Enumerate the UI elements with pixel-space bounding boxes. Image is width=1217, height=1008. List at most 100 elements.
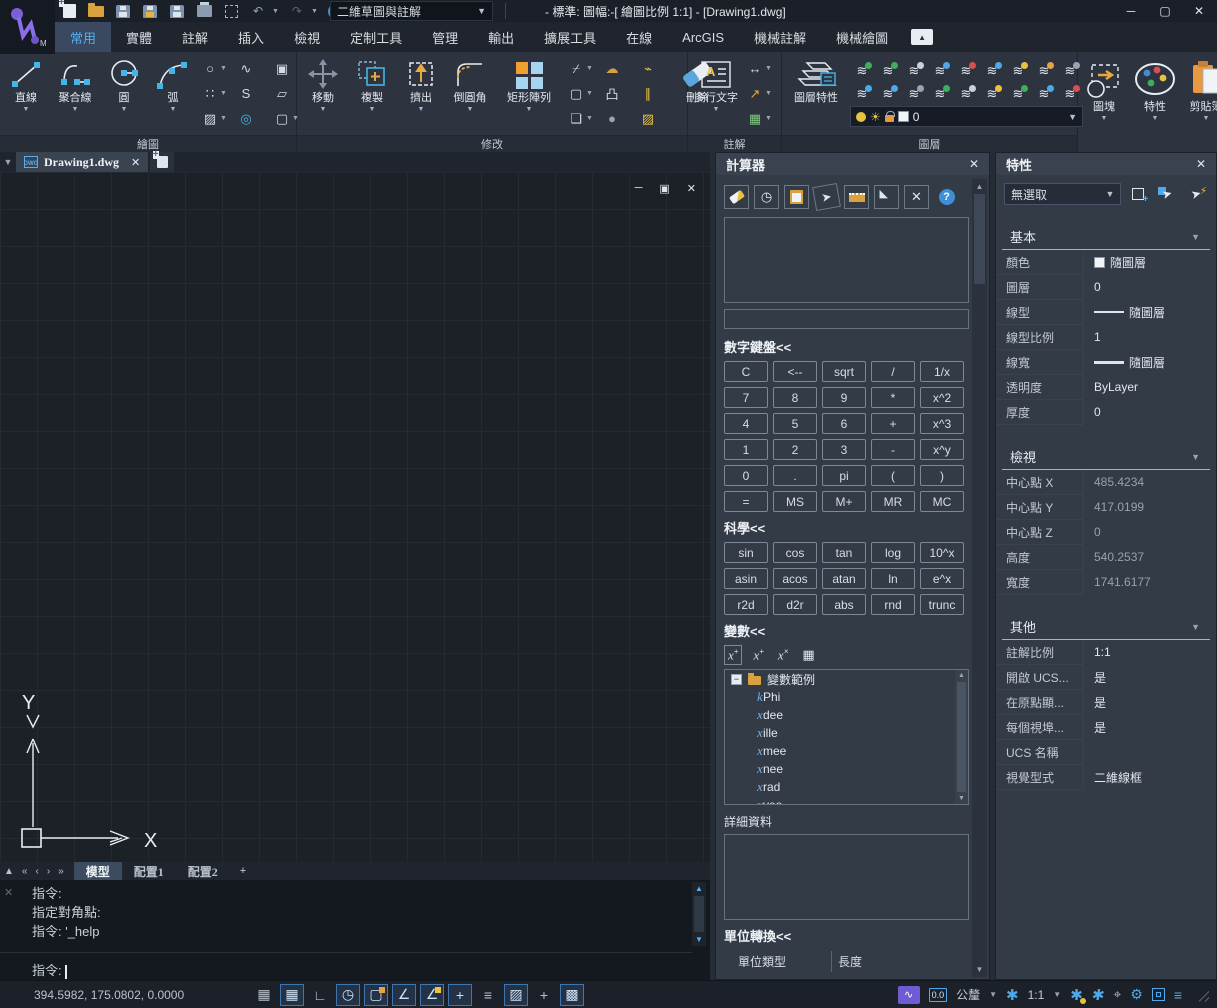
calc-key-3[interactable]: 3 bbox=[822, 439, 866, 460]
object-snap-tracking-icon[interactable]: ∠ bbox=[420, 984, 444, 1006]
delete-variable-icon[interactable]: x× bbox=[775, 646, 791, 664]
spline-button[interactable]: S bbox=[235, 82, 269, 106]
get-distance-icon[interactable] bbox=[844, 185, 869, 209]
sci-key-ex[interactable]: e^x bbox=[920, 568, 964, 589]
variable-row[interactable]: xille bbox=[725, 724, 968, 742]
layer-tool-icon[interactable]: ≋ bbox=[1058, 60, 1082, 81]
document-tab[interactable]: DWG Drawing1.dwg ✕ bbox=[16, 152, 148, 172]
fullscreen-icon[interactable] bbox=[1152, 988, 1165, 1001]
layer-tool-icon[interactable]: ≋ bbox=[902, 83, 926, 104]
toggle-pickadd-icon[interactable] bbox=[1126, 184, 1150, 205]
variables-tree[interactable]: ▲ ▼ − 變數範例 kPhixdeexillexmeexneexradxvee bbox=[724, 669, 969, 805]
dropdown-icon[interactable]: ▼ bbox=[586, 115, 593, 122]
drawing-canvas[interactable]: ─ ▣ ✕ Y X bbox=[0, 172, 710, 862]
layout-tab-1[interactable]: 模型 bbox=[74, 862, 122, 880]
sci-key-ln[interactable]: ln bbox=[871, 568, 915, 589]
layout-tab-2[interactable]: 配置1 bbox=[122, 862, 176, 880]
undo-icon[interactable]: ↶ bbox=[249, 3, 267, 19]
dropdown-icon[interactable]: ▼ bbox=[121, 106, 128, 113]
dropdown-icon[interactable]: ▼ bbox=[220, 90, 227, 97]
calc-key-[interactable]: = bbox=[724, 491, 768, 512]
calc-key-mr[interactable]: MR bbox=[871, 491, 915, 512]
selection-select[interactable]: 無選取 ▼ bbox=[1004, 183, 1121, 205]
property-value[interactable]: 是 bbox=[1084, 690, 1216, 715]
sci-key-acos[interactable]: acos bbox=[773, 568, 817, 589]
property-value[interactable]: 0 bbox=[1084, 400, 1216, 425]
scroll-thumb[interactable] bbox=[694, 896, 704, 932]
section-collapse-icon[interactable]: ▼ bbox=[1191, 232, 1200, 242]
ribbon-tab-13[interactable]: 機械繪圖 bbox=[821, 22, 903, 52]
unit-format-icon[interactable]: 0.0 bbox=[929, 988, 948, 1002]
calc-key-xy[interactable]: x^y bbox=[920, 439, 964, 460]
dropdown-icon[interactable]: ▼ bbox=[467, 106, 474, 113]
command-scrollbar[interactable]: ▲ ▼ bbox=[692, 882, 706, 946]
dropdown-icon[interactable]: ▼ bbox=[1203, 115, 1210, 122]
units-dropdown-icon[interactable]: ▼ bbox=[989, 990, 997, 999]
ribbon-tab-5[interactable]: 檢視 bbox=[279, 22, 335, 52]
layer-tool-icon[interactable]: ≋ bbox=[1032, 83, 1056, 104]
dynamic-input-icon[interactable]: + bbox=[448, 984, 472, 1006]
variables-folder-row[interactable]: − 變數範例 bbox=[725, 670, 968, 688]
hatch-button[interactable]: ▨▼ bbox=[199, 107, 233, 131]
property-value[interactable]: 隨圖層 bbox=[1084, 300, 1216, 325]
copy-button[interactable]: 複製 ▼ bbox=[349, 55, 395, 133]
new-layout-icon[interactable]: + bbox=[230, 865, 256, 877]
close-icon[interactable]: ✕ bbox=[1185, 1, 1213, 21]
variables-scrollbar[interactable]: ▲ ▼ bbox=[955, 670, 968, 804]
properties-button[interactable]: 特性 ▼ bbox=[1130, 56, 1180, 148]
units-length-header[interactable]: 長度 bbox=[832, 951, 868, 972]
point-button[interactable]: ∷▼ bbox=[199, 82, 233, 106]
save-all-icon[interactable] bbox=[168, 3, 186, 19]
trim-button[interactable]: ⌿▼ bbox=[565, 57, 599, 81]
join-button[interactable]: 凸 bbox=[601, 82, 635, 106]
property-value[interactable]: 485.4234 bbox=[1084, 470, 1216, 495]
layer-tool-icon[interactable]: ≋ bbox=[876, 83, 900, 104]
calc-key-x3[interactable]: x^3 bbox=[920, 413, 964, 434]
break-button[interactable]: ⌁ bbox=[637, 57, 671, 81]
ribbon-tab-6[interactable]: 定制工具 bbox=[335, 22, 417, 52]
calc-key-5[interactable]: 5 bbox=[773, 413, 817, 434]
dropdown-icon[interactable]: ▼ bbox=[170, 106, 177, 113]
calc-key-[interactable]: * bbox=[871, 387, 915, 408]
table-button[interactable]: ▦▼ bbox=[744, 107, 778, 131]
section-header[interactable]: 基本▼ bbox=[1002, 227, 1210, 250]
dropdown-icon[interactable]: ▼ bbox=[369, 106, 376, 113]
block-button[interactable]: 圖塊 ▼ bbox=[1081, 56, 1127, 148]
panel-label-draw[interactable]: 繪圖 bbox=[0, 135, 296, 152]
layout-tab-3[interactable]: 配置2 bbox=[176, 862, 230, 880]
scroll-down-icon[interactable]: ▼ bbox=[958, 793, 965, 804]
ribbon-tab-8[interactable]: 輸出 bbox=[473, 22, 529, 52]
fillet-button[interactable]: 倒圓角 ▼ bbox=[447, 55, 493, 133]
resize-grip[interactable] bbox=[1195, 988, 1209, 1002]
calculator-titlebar[interactable]: 計算器 ✕ bbox=[716, 153, 989, 175]
dropdown-icon[interactable]: ▼ bbox=[713, 106, 720, 113]
angle-snap-icon[interactable]: ∠ bbox=[392, 984, 416, 1006]
calc-key-[interactable]: . bbox=[773, 465, 817, 486]
scroll-up-icon[interactable]: ▲ bbox=[958, 670, 965, 681]
sci-key-r2d[interactable]: r2d bbox=[724, 594, 768, 615]
circle-button[interactable]: 圓 ▼ bbox=[101, 55, 147, 133]
calc-key-1x[interactable]: 1/x bbox=[920, 361, 964, 382]
annotation-scale-icon[interactable]: ✱ bbox=[1006, 986, 1019, 1004]
command-close-icon[interactable]: ✕ bbox=[4, 886, 13, 899]
auto-annotation-icon[interactable]: ✱ bbox=[1091, 986, 1106, 1004]
stretch-button[interactable]: 擠出 ▼ bbox=[398, 55, 444, 133]
calculator-scrollbar[interactable]: ▲ ▼ bbox=[972, 179, 987, 977]
leader-button[interactable]: ↗▼ bbox=[744, 82, 778, 106]
use-variable-icon[interactable]: ▦ bbox=[799, 646, 817, 664]
prev-layout-icon[interactable]: ‹ bbox=[31, 866, 42, 877]
minimize-icon[interactable]: ─ bbox=[1117, 1, 1145, 21]
dropdown-icon[interactable]: ▼ bbox=[586, 65, 593, 72]
scroll-down-icon[interactable]: ▼ bbox=[976, 962, 984, 977]
document-close-icon[interactable]: ✕ bbox=[131, 156, 140, 169]
history-icon[interactable]: ◷ bbox=[754, 185, 779, 209]
calc-key-4[interactable]: 4 bbox=[724, 413, 768, 434]
polar-tracking-icon[interactable]: ◷ bbox=[336, 984, 360, 1006]
section-header[interactable]: 其他▼ bbox=[1002, 617, 1210, 640]
layer-tool-icon[interactable]: ≋ bbox=[1032, 60, 1056, 81]
ellipse-button[interactable]: ○▼ bbox=[199, 57, 233, 81]
lineweight-display-icon[interactable]: ≡ bbox=[476, 984, 500, 1006]
sci-key-10x[interactable]: 10^x bbox=[920, 542, 964, 563]
donut-button[interactable]: ◎ bbox=[235, 107, 269, 131]
redo-icon[interactable]: ↷ bbox=[288, 3, 306, 19]
